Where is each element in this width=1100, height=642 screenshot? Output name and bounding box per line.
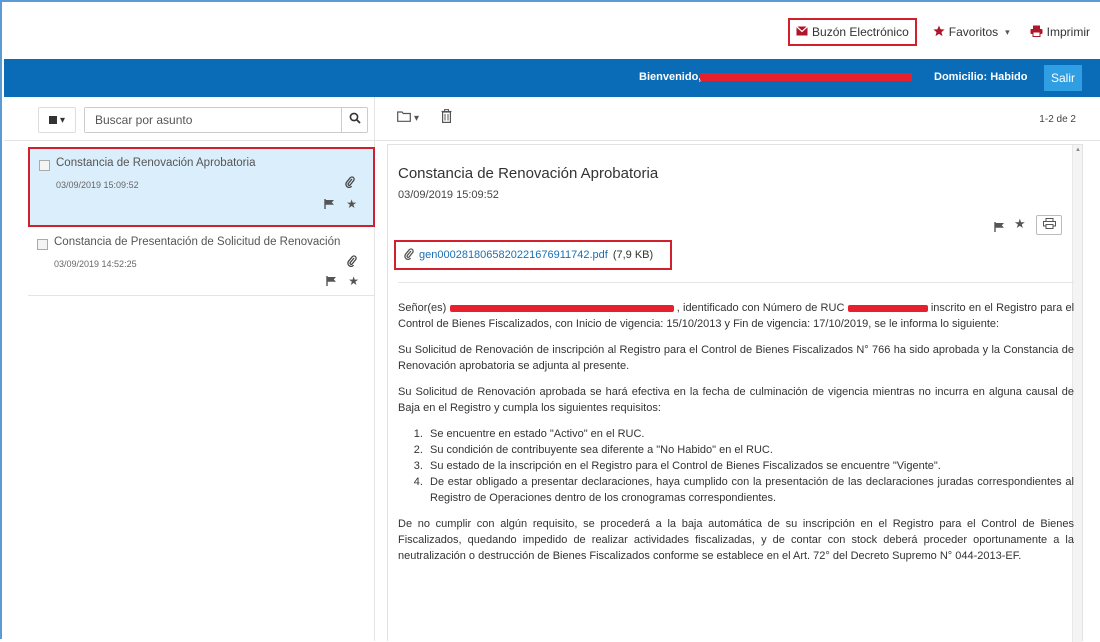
message-item[interactable]: Constancia de Presentación de Solicitud … [28,228,375,296]
flag-icon[interactable] [324,199,335,212]
delete-button[interactable] [441,109,452,128]
checkbox-square-icon [48,116,57,124]
divider [398,282,1074,283]
envelope-icon [796,25,808,39]
favorites-dropdown[interactable]: Favoritos ▾ [923,18,1020,46]
list-item: Su estado de la inscripción en el Regist… [426,458,1074,474]
list-item: De estar obligado a presentar declaracio… [426,474,1074,506]
printer-icon [1042,216,1056,234]
paragraph: De no cumplir con algún requisito, se pr… [398,518,1074,562]
chevron-down-icon: ▾ [414,112,420,124]
printer-icon [1030,25,1043,40]
mailbox-link[interactable]: Buzón Electrónico [788,18,917,46]
list-toolbar: ▾ [4,97,375,141]
star-icon[interactable]: ★ [1014,216,1026,232]
redacted-username [700,73,912,81]
flag-icon[interactable] [326,276,337,289]
mailbox-label: Buzón Electrónico [812,25,909,39]
trash-icon [441,109,452,127]
list-item: Su condición de contribuyente sea difere… [426,442,1074,458]
paragraph: Su Solicitud de Renovación de inscripció… [398,344,1074,372]
requirements-list: Se encuentre en estado "Activo" en el RU… [426,426,1074,506]
message-date: 03/09/2019 14:52:25 [54,259,137,269]
reader-toolbar: ▾ 1-2 de 2 [375,97,1100,141]
select-dropdown-button[interactable]: ▾ [38,107,76,133]
search-icon [349,111,361,129]
message-item-selected[interactable]: Constancia de Renovación Aprobatoria 03/… [28,147,375,227]
search-box [84,107,368,133]
paperclip-icon [404,247,414,263]
pagination-text: 1-2 de 2 [1039,114,1076,125]
folder-icon [397,111,411,125]
message-date: 03/09/2019 15:09:52 [398,189,499,201]
list-item: Se encuentre en estado "Activo" en el RU… [426,426,1074,442]
message-checkbox[interactable] [37,239,48,250]
logout-button[interactable]: Salir [1044,65,1082,91]
body-text: , identificado con Número de RUC [676,302,845,314]
redacted-ruc [847,304,928,312]
message-reader-pane: ▾ 1-2 de 2 ▲ Constancia de Renovación Ap… [375,97,1100,642]
message-body: Señor(es) , identificado con Número de R… [398,300,1074,574]
favorites-label: Favoritos [948,25,999,39]
flag-icon[interactable] [994,219,1005,237]
star-icon [933,25,945,40]
attachment: gen0002818065820221676911742.pdf (7,9 KB… [394,240,672,270]
chevron-down-icon: ▾ [1005,26,1010,37]
move-folder-button[interactable]: ▾ [397,111,419,125]
attachment-link[interactable]: gen0002818065820221676911742.pdf [419,249,608,261]
scroll-up-icon[interactable]: ▲ [1075,147,1081,153]
paragraph: Su Solicitud de Renovación aprobada se h… [398,386,1074,414]
search-input[interactable] [85,108,341,132]
redacted-company-name [449,304,674,312]
print-button[interactable] [1036,215,1062,235]
body-text: Señor(es) [398,302,447,314]
message-list-pane: ▾ Constancia de Renovación Aprobatoria 0… [4,97,375,641]
print-label: Imprimir [1046,25,1090,39]
browser-frame: Buzón Electrónico Favoritos ▾ Imprimir B… [0,0,1100,642]
star-icon[interactable]: ★ [346,197,357,211]
message-subject: Constancia de Presentación de Solicitud … [54,236,341,248]
navigation-bar: Bienvenido, Domicilio: Habido Salir [4,59,1100,97]
welcome-text: Bienvenido, [639,71,702,83]
paperclip-icon [347,254,357,270]
domicile-status: Domicilio: Habido [934,71,1028,83]
message-title: Constancia de Renovación Aprobatoria [398,165,659,182]
paragraph: Señor(es) , identificado con Número de R… [398,300,1074,332]
print-link[interactable]: Imprimir [1020,18,1100,46]
top-bar: Buzón Electrónico Favoritos ▾ Imprimir [4,4,1100,58]
message-subject: Constancia de Renovación Aprobatoria [56,157,256,169]
attachment-size: (7,9 KB) [612,249,654,261]
paperclip-icon [345,175,355,191]
top-menu: Buzón Electrónico Favoritos ▾ Imprimir [788,18,1100,46]
message-reader: ▲ Constancia de Renovación Aprobatoria 0… [387,144,1083,642]
search-button[interactable] [341,108,367,132]
message-date: 03/09/2019 15:09:52 [56,180,139,190]
star-icon[interactable]: ★ [348,274,359,288]
chevron-down-icon: ▾ [59,114,66,126]
message-checkbox[interactable] [39,160,50,171]
